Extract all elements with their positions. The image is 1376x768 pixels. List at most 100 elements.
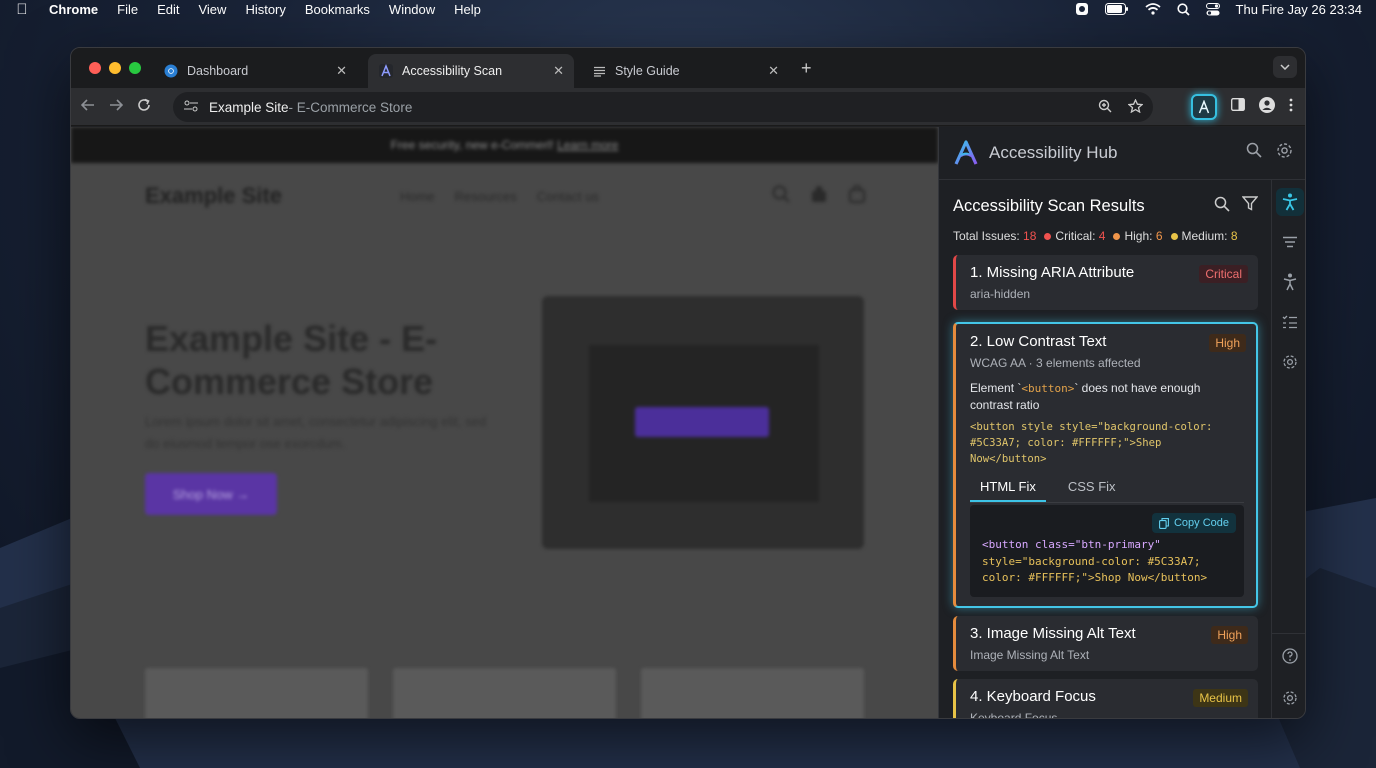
close-tab-icon[interactable]: ✕	[768, 63, 779, 79]
menu-history[interactable]: History	[245, 2, 285, 17]
rail-bottom-settings-icon[interactable]	[1276, 684, 1304, 712]
close-tab-icon[interactable]: ✕	[553, 63, 564, 79]
promo-link[interactable]: Learn more	[557, 138, 618, 152]
tab-dashboard[interactable]: Dashboard ✕	[153, 54, 357, 88]
product-card[interactable]	[393, 668, 616, 718]
total-count: 18	[1023, 229, 1037, 243]
issue-subtitle: Image Missing Alt Text	[970, 647, 1090, 662]
tab-label: Style Guide	[615, 64, 680, 78]
panel-side-rail	[1271, 180, 1305, 718]
severity-badge: High	[1211, 625, 1248, 644]
minimize-window-button[interactable]	[109, 62, 121, 74]
fix-code-block: Copy Code <button class="btn-primary" st…	[970, 505, 1244, 597]
control-center-icon[interactable]	[1205, 2, 1220, 16]
menubar-clock[interactable]: Thu Fire Jay 26 23:34	[1236, 2, 1362, 17]
nav-resources[interactable]: Resources	[455, 189, 517, 204]
results-search-icon[interactable]	[1214, 196, 1230, 217]
wifi-icon[interactable]	[1144, 3, 1161, 15]
back-icon[interactable]	[80, 98, 95, 116]
menu-window[interactable]: Window	[389, 2, 435, 17]
address-bar[interactable]: Example Site - E-Commerce Store	[173, 92, 1153, 122]
profile-avatar-icon[interactable]	[1259, 96, 1275, 118]
menu-edit[interactable]: Edit	[157, 2, 179, 17]
tab-strip: Dashboard ✕ Accessibility Scan ✕ Style G…	[71, 48, 1305, 88]
url-subtitle: - E-Commerce Store	[288, 99, 413, 115]
tab-search-chevron-icon[interactable]	[1273, 56, 1297, 78]
browser-window: Dashboard ✕ Accessibility Scan ✕ Style G…	[70, 47, 1306, 719]
panel-settings-gear-icon[interactable]	[1276, 142, 1293, 164]
bookmark-star-icon[interactable]	[1127, 97, 1144, 116]
issue-title: 2. Low Contrast Text	[970, 333, 1107, 350]
tab-css-fix[interactable]: CSS Fix	[1068, 479, 1116, 502]
forward-icon[interactable]	[109, 98, 124, 116]
accessibility-hub-logo-icon	[953, 140, 979, 166]
tab-accessibility-scan[interactable]: Accessibility Scan ✕	[368, 54, 574, 88]
menu-bookmarks[interactable]: Bookmarks	[305, 2, 370, 17]
kebab-menu-icon[interactable]	[1289, 98, 1293, 117]
accessibility-extension-icon[interactable]	[1191, 94, 1217, 120]
promo-text: Free security, new e-Commerl!	[390, 138, 554, 152]
issue-card-image-alt[interactable]: 3. Image Missing Alt Text Image Missing …	[953, 615, 1258, 671]
apple-icon[interactable]: 	[14, 1, 30, 18]
site-header: Example Site Home Resources Contact us	[145, 183, 866, 209]
tab-html-fix[interactable]: HTML Fix	[970, 479, 1046, 502]
rail-filter-lines-icon[interactable]	[1276, 228, 1304, 256]
side-panel-icon[interactable]	[1231, 98, 1245, 116]
site-info-icon[interactable]	[183, 99, 199, 116]
url-site: Example Site	[209, 99, 289, 115]
rail-accessibility-icon[interactable]	[1275, 188, 1304, 216]
product-cards	[145, 668, 864, 718]
nav-home[interactable]: Home	[400, 189, 435, 204]
menu-help[interactable]: Help	[454, 2, 481, 17]
rail-settings-icon[interactable]	[1276, 348, 1304, 376]
fix-tabs: HTML Fix CSS Fix	[970, 479, 1244, 503]
critical-count: 4	[1098, 229, 1106, 243]
battery-icon[interactable]	[1104, 3, 1129, 15]
site-cart-icon[interactable]	[848, 184, 866, 208]
issue-description: Element `<button>` does not have enough …	[970, 381, 1201, 412]
site-account-icon[interactable]	[810, 185, 828, 208]
status-app-icon[interactable]	[1075, 2, 1089, 16]
new-tab-icon[interactable]: +	[801, 58, 812, 79]
app-menu-chrome[interactable]: Chrome	[49, 2, 98, 17]
close-tab-icon[interactable]: ✕	[336, 63, 347, 79]
reload-icon[interactable]	[137, 98, 151, 116]
tab-style-guide[interactable]: Style Guide ✕	[581, 54, 789, 88]
menu-file[interactable]: File	[117, 2, 138, 17]
site-logo[interactable]: Example Site	[145, 183, 282, 209]
product-card[interactable]	[145, 668, 368, 718]
zoom-window-button[interactable]	[129, 62, 141, 74]
fixed-code: <button class="btn-primary" style="backg…	[982, 538, 1208, 584]
close-window-button[interactable]	[89, 62, 101, 74]
nav-contact[interactable]: Contact us	[537, 189, 599, 204]
zoom-icon[interactable]	[1098, 99, 1112, 116]
copy-code-button[interactable]: Copy Code	[1151, 513, 1236, 533]
issue-title: 3. Image Missing Alt Text	[970, 624, 1136, 642]
issue-subtitle: WCAG AA · 3 elements affected	[970, 356, 1141, 370]
issue-card-keyboard-focus[interactable]: 4. Keyboard Focus Keyboard Focus Medium	[953, 678, 1258, 718]
browser-toolbar: Example Site - E-Commerce Store	[71, 88, 1305, 126]
scan-results: Accessibility Scan Results Total Issues:…	[953, 180, 1259, 718]
rail-person-icon[interactable]	[1276, 268, 1304, 296]
chrome-icon	[163, 63, 179, 79]
panel-search-icon[interactable]	[1246, 142, 1262, 164]
rail-checklist-icon[interactable]	[1276, 308, 1304, 336]
total-label: Total Issues:	[953, 229, 1020, 243]
issue-card-low-contrast[interactable]: 2. Low Contrast Text WCAG AA · 3 element…	[953, 322, 1258, 608]
shop-now-button[interactable]: Shop Now →	[145, 473, 277, 515]
spotlight-search-icon[interactable]	[1176, 2, 1190, 16]
document-icon	[591, 63, 607, 79]
issue-subtitle: aria-hidden	[970, 287, 1031, 301]
product-card[interactable]	[641, 668, 864, 718]
medium-count: 8	[1230, 229, 1238, 243]
issue-card-missing-aria[interactable]: 1. Missing ARIA Attribute aria-hidden Cr…	[953, 255, 1258, 310]
hero-image	[542, 296, 864, 549]
results-title: Accessibility Scan Results	[953, 197, 1145, 215]
hero-title: Example Site - E-Commerce Store	[145, 318, 438, 402]
copy-icon	[1159, 517, 1169, 529]
site-search-icon[interactable]	[772, 185, 790, 208]
results-filter-icon[interactable]	[1241, 196, 1259, 217]
rail-help-icon[interactable]	[1276, 642, 1304, 670]
severity-badge: High	[1209, 334, 1246, 352]
menu-view[interactable]: View	[198, 2, 226, 17]
